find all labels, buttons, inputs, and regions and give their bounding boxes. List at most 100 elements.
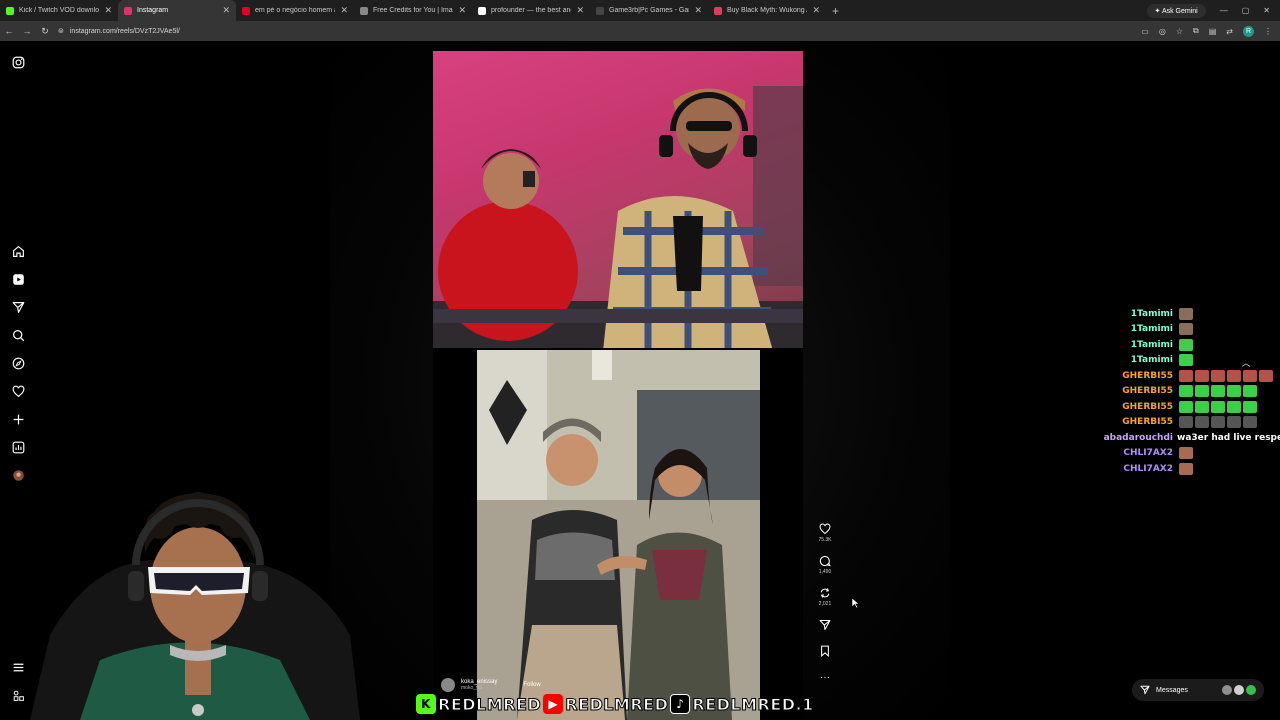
menu-icon[interactable]: ⋮ xyxy=(1264,27,1272,36)
chat-emote-icon xyxy=(1227,369,1241,382)
tab-close-icon[interactable]: ✕ xyxy=(340,5,348,16)
url-field[interactable]: ⊜ instagram.com/reels/DVzT2JVAe5l/ xyxy=(58,27,180,36)
chat-username[interactable]: 1Tamimi xyxy=(1080,340,1173,350)
tab-close-icon[interactable]: ✕ xyxy=(458,5,466,16)
follow-button[interactable]: Follow xyxy=(523,682,540,688)
repost-count: 2,021 xyxy=(818,601,832,607)
explore-icon[interactable] xyxy=(10,355,26,371)
messages-button[interactable]: Messages xyxy=(1132,679,1264,701)
chat-scroll-up-icon[interactable]: ︿ xyxy=(1238,356,1254,370)
chat-message: 1Tamimi xyxy=(1080,306,1193,321)
chat-emote-icon xyxy=(1179,416,1193,428)
chat-username[interactable]: 1Tamimi xyxy=(1080,355,1173,365)
browser-tab[interactable]: Game3rb|Pc Games - Games Or ✕ xyxy=(590,0,708,21)
comment-button[interactable]: 1,490 xyxy=(812,555,838,575)
chat-username[interactable]: GHERBI55 xyxy=(1080,417,1173,427)
messages-label: Messages xyxy=(1156,686,1188,694)
chat-username[interactable]: CHLI7AX2 xyxy=(1080,464,1173,474)
reel-top-scene xyxy=(433,86,803,348)
browser-tab[interactable]: Instagram ✕ xyxy=(118,0,236,21)
more-apps-icon[interactable] xyxy=(10,687,26,703)
chat-username[interactable]: 1Tamimi xyxy=(1080,324,1173,334)
tab-favicon-icon xyxy=(124,6,132,15)
minimize-icon[interactable]: — xyxy=(1220,6,1228,15)
back-icon[interactable]: ← xyxy=(0,26,18,36)
extensions-icon[interactable]: ⧉ xyxy=(1193,26,1199,36)
kick-handle: REDLMRED xyxy=(437,694,542,714)
chat-message: GHERBI55 xyxy=(1080,415,1257,430)
message-avatar xyxy=(1222,685,1232,695)
chat-emote-icon xyxy=(1227,385,1241,397)
cast-icon[interactable]: ▭ xyxy=(1141,27,1149,36)
eye-off-icon[interactable]: ◎ xyxy=(1159,27,1166,36)
chat-username[interactable]: GHERBI55 xyxy=(1080,371,1173,381)
chat-emote-icon xyxy=(1259,369,1273,382)
like-heart-icon xyxy=(819,523,831,535)
send-icon[interactable] xyxy=(10,299,26,315)
maximize-icon[interactable]: ▢ xyxy=(1242,6,1250,15)
chat-emote-icon xyxy=(1179,323,1193,335)
chat-emote-icon xyxy=(1211,416,1225,428)
address-bar: ← → ↻ ⊜ instagram.com/reels/DVzT2JVAe5l/… xyxy=(0,21,1280,41)
share-button[interactable] xyxy=(812,619,838,631)
forward-icon[interactable]: → xyxy=(18,26,36,36)
chat-username[interactable]: abadarouchdi xyxy=(1080,433,1173,443)
chat-username[interactable]: 1Tamimi xyxy=(1080,309,1173,319)
reels-icon[interactable] xyxy=(10,271,26,287)
author-avatar[interactable] xyxy=(441,678,455,692)
browser-tab[interactable]: profounder — the best and fre ✕ xyxy=(472,0,590,21)
tab-close-icon[interactable]: ✕ xyxy=(812,5,820,16)
chat-username[interactable]: CHLI7AX2 xyxy=(1080,448,1173,458)
sidepanel-icon[interactable]: ▤ xyxy=(1209,27,1217,36)
instagram-logo-icon[interactable] xyxy=(10,54,26,70)
tiktok-handle: REDLMRED.1 xyxy=(692,694,814,714)
url-text: instagram.com/reels/DVzT2JVAe5l/ xyxy=(69,27,180,35)
ask-gemini-button[interactable]: ✦ Ask Gemini xyxy=(1146,3,1206,18)
tab-close-icon[interactable]: ✕ xyxy=(694,5,702,16)
tab-close-icon[interactable]: ✕ xyxy=(222,5,230,16)
message-avatar xyxy=(1246,685,1256,695)
reel-author: koka_enissay moko_yt1 Follow xyxy=(441,678,541,692)
browser-tab[interactable]: Free Credits for You | Image to ✕ xyxy=(354,0,472,21)
chat-message: GHERBI55 xyxy=(1080,368,1273,383)
bookmark-icon xyxy=(821,645,829,657)
repost-button[interactable]: 2,021 xyxy=(812,587,838,607)
reload-icon[interactable]: ↻ xyxy=(36,26,54,37)
like-count: 75.3K xyxy=(818,537,832,543)
hamburger-menu-icon[interactable] xyxy=(10,659,26,675)
browser-tab-bar: Kick / Twitch VOD downloader✕Instagram✕e… xyxy=(0,0,1280,21)
profile-avatar[interactable]: R xyxy=(1243,25,1254,37)
reel-video[interactable]: koka_enissay moko_yt1 Follow xyxy=(433,51,803,720)
bookmark-star-icon[interactable]: ☆ xyxy=(1176,27,1183,36)
tab-close-icon[interactable]: ✕ xyxy=(104,5,112,16)
more-options-icon[interactable]: ··· xyxy=(812,672,838,683)
tab-close-icon[interactable]: ✕ xyxy=(576,5,584,16)
save-button[interactable] xyxy=(812,645,838,657)
chat-message: abadarouchdi wa3er had live respect xyxy=(1080,430,1280,445)
heart-icon[interactable] xyxy=(10,383,26,399)
create-icon[interactable] xyxy=(10,411,26,427)
like-button[interactable]: 75.3K xyxy=(812,523,838,543)
browser-tab[interactable]: em pé o negócio homem apare ✕ xyxy=(236,0,354,21)
chat-message: CHLI7AX2 xyxy=(1080,446,1193,461)
browser-tab[interactable]: Kick / Twitch VOD downloader ✕ xyxy=(0,0,118,21)
translate-icon[interactable]: ⇄ xyxy=(1226,27,1233,36)
new-tab-button[interactable]: + xyxy=(832,4,839,18)
streamer-webcam xyxy=(30,485,360,720)
chat-username[interactable]: GHERBI55 xyxy=(1080,386,1173,396)
chat-emote-icon xyxy=(1179,385,1193,397)
chat-emote-icon xyxy=(1211,385,1225,397)
chat-username[interactable]: GHERBI55 xyxy=(1080,402,1173,412)
home-icon[interactable] xyxy=(10,243,26,259)
chat-emote-icon xyxy=(1243,369,1257,382)
tab-title: profounder — the best and fre xyxy=(491,7,571,14)
dashboard-icon[interactable] xyxy=(10,439,26,455)
search-icon[interactable] xyxy=(10,327,26,343)
chat-emote-icon xyxy=(1195,416,1209,428)
tab-title: Game3rb|Pc Games - Games Or xyxy=(609,7,689,14)
browser-tab[interactable]: Buy Black Myth: Wukong Accou ✕ xyxy=(708,0,826,21)
chat-emote-icon xyxy=(1179,369,1193,382)
close-window-icon[interactable]: ✕ xyxy=(1263,6,1270,15)
site-info-icon[interactable]: ⊜ xyxy=(58,27,64,35)
profile-icon[interactable] xyxy=(10,467,26,483)
